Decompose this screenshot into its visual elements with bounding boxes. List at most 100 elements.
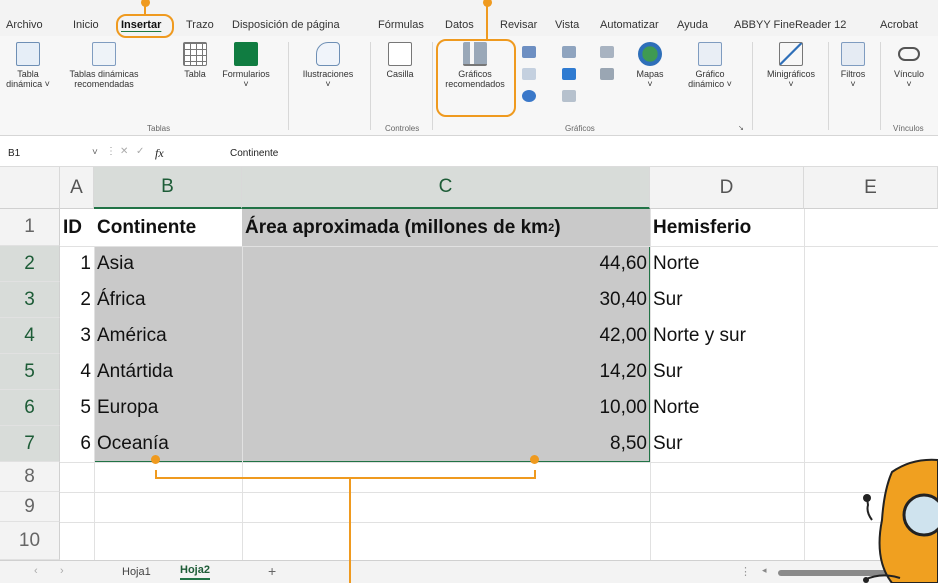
tab-ayuda[interactable]: Ayuda: [677, 19, 708, 31]
link-button[interactable]: Vínculo ˅: [886, 42, 932, 89]
filter-icon: [841, 42, 865, 66]
tab-archivo[interactable]: Archivo: [6, 19, 43, 31]
forms-dropdown-icon: ˅: [243, 79, 249, 89]
cell-area[interactable]: 42,00: [242, 318, 650, 354]
cell-a1[interactable]: ID: [60, 209, 94, 246]
group-separator: [370, 42, 371, 130]
sheet-tab-hoja2[interactable]: Hoja2: [180, 564, 210, 580]
select-all-corner[interactable]: [0, 167, 60, 209]
cell-id[interactable]: 4: [60, 354, 94, 390]
column-header-a[interactable]: A: [60, 167, 94, 209]
row-header-5[interactable]: 5: [0, 354, 60, 390]
cell-continent[interactable]: Antártida: [94, 354, 242, 390]
link-icon: [898, 47, 920, 61]
row-header-9[interactable]: 9: [0, 492, 60, 522]
tab-datos[interactable]: Datos: [445, 19, 474, 31]
cell-hemisphere[interactable]: Sur: [650, 426, 804, 462]
forms-button[interactable]: Formularios ˅: [218, 42, 274, 89]
column-chart-icon[interactable]: [522, 46, 536, 58]
scroll-prev-sheet-icon[interactable]: ‹: [34, 565, 38, 577]
cell-hemisphere[interactable]: Norte: [650, 246, 804, 282]
cell-hemisphere[interactable]: Sur: [650, 282, 804, 318]
column-header-e[interactable]: E: [804, 167, 938, 209]
cell-continent[interactable]: Oceanía: [94, 426, 242, 462]
recommended-pivot-label: Tablas dinámicas: [69, 69, 139, 79]
formula-input[interactable]: Continente: [230, 148, 278, 159]
fx-icon[interactable]: fx: [155, 146, 164, 161]
tab-disposicion[interactable]: Disposición de página: [232, 19, 340, 31]
table-button[interactable]: Tabla: [180, 42, 210, 79]
scroll-left-icon[interactable]: ◂: [762, 565, 767, 576]
cell-d1[interactable]: Hemisferio: [650, 209, 804, 246]
bracket-stem: [349, 477, 351, 583]
row-header-3[interactable]: 3: [0, 282, 60, 318]
cell-hemisphere[interactable]: Norte: [650, 390, 804, 426]
combo-chart-icon[interactable]: [600, 68, 614, 80]
forms-label: Formularios: [222, 69, 270, 79]
column-header-b[interactable]: B: [94, 167, 242, 209]
cell-area[interactable]: 8,50: [242, 426, 650, 462]
cell-hemisphere[interactable]: Sur: [650, 354, 804, 390]
pie-chart-icon[interactable]: [522, 90, 536, 102]
recommended-pivot-button[interactable]: Tablas dinámicas recomendadas: [58, 42, 150, 89]
cell-b1[interactable]: Continente: [94, 209, 242, 246]
cell-id[interactable]: 3: [60, 318, 94, 354]
group-label-controls: Controles: [385, 124, 420, 133]
row-header-6[interactable]: 6: [0, 390, 60, 426]
cancel-icon[interactable]: ✕: [120, 146, 128, 157]
cell-area[interactable]: 44,60: [242, 246, 650, 282]
cell-continent[interactable]: Europa: [94, 390, 242, 426]
row-header-7[interactable]: 7: [0, 426, 60, 462]
row-header-4[interactable]: 4: [0, 318, 60, 354]
tab-automatizar[interactable]: Automatizar: [600, 19, 659, 31]
tab-revisar[interactable]: Revisar: [500, 19, 537, 31]
column-header-c[interactable]: C: [242, 167, 650, 209]
name-box[interactable]: B1: [8, 148, 20, 159]
cell-hemisphere[interactable]: Norte y sur: [650, 318, 804, 354]
sheet-tab-bar: ‹ › Hoja1 Hoja2 + ⋮ ◂: [0, 560, 938, 583]
checkbox-button[interactable]: Casilla: [380, 42, 420, 79]
cell-area[interactable]: 30,40: [242, 282, 650, 318]
cell-area[interactable]: 14,20: [242, 354, 650, 390]
pivot-chart-button[interactable]: Gráfico dinámico ˅: [680, 42, 740, 89]
scroll-next-sheet-icon[interactable]: ›: [60, 565, 64, 577]
cell-c1[interactable]: Área aproximada (millones de km 2): [242, 209, 650, 246]
illustrations-label: Ilustraciones: [302, 69, 354, 79]
cell-id[interactable]: 6: [60, 426, 94, 462]
sheet-tab-hoja1[interactable]: Hoja1: [122, 566, 151, 578]
tab-acrobat[interactable]: Acrobat: [880, 19, 918, 31]
scatter-chart-icon[interactable]: [562, 90, 576, 102]
add-sheet-icon[interactable]: +: [268, 563, 276, 579]
enter-icon[interactable]: ✓: [136, 146, 144, 157]
cell-id[interactable]: 1: [60, 246, 94, 282]
maps-button[interactable]: Mapas ˅: [630, 42, 670, 89]
row-header-1[interactable]: 1: [0, 209, 60, 246]
bracket-line: [155, 477, 536, 479]
pivot-table-button[interactable]: Tabla dinámica ˅: [6, 42, 50, 89]
name-box-dropdown-icon[interactable]: ˅: [92, 147, 98, 158]
filters-button[interactable]: Filtros ˅: [834, 42, 872, 89]
waterfall-chart-icon[interactable]: [600, 46, 614, 58]
tab-inicio[interactable]: Inicio: [73, 19, 99, 31]
line-chart-icon[interactable]: [522, 68, 536, 80]
row-header-10[interactable]: 10: [0, 522, 60, 560]
tab-formulas[interactable]: Fórmulas: [378, 19, 424, 31]
cell-id[interactable]: 2: [60, 282, 94, 318]
row-header-2[interactable]: 2: [0, 246, 60, 282]
sparklines-button[interactable]: Minigráficos ˅: [762, 42, 820, 89]
table-label: Tabla: [184, 69, 206, 79]
row-header-8[interactable]: 8: [0, 462, 60, 492]
tab-abbyy[interactable]: ABBYY FineReader 12: [734, 19, 846, 31]
column-header-d[interactable]: D: [650, 167, 804, 209]
cell-area[interactable]: 10,00: [242, 390, 650, 426]
statistic-chart-icon[interactable]: [562, 68, 576, 80]
tab-vista[interactable]: Vista: [555, 19, 579, 31]
hierarchy-chart-icon[interactable]: [562, 46, 576, 58]
cell-continent[interactable]: Asia: [94, 246, 242, 282]
cell-id[interactable]: 5: [60, 390, 94, 426]
cell-continent[interactable]: América: [94, 318, 242, 354]
illustrations-button[interactable]: Ilustraciones ˅: [298, 42, 358, 89]
dialog-launcher-icon[interactable]: ↘: [738, 124, 744, 132]
cell-continent[interactable]: África: [94, 282, 242, 318]
tab-trazo[interactable]: Trazo: [186, 19, 214, 31]
